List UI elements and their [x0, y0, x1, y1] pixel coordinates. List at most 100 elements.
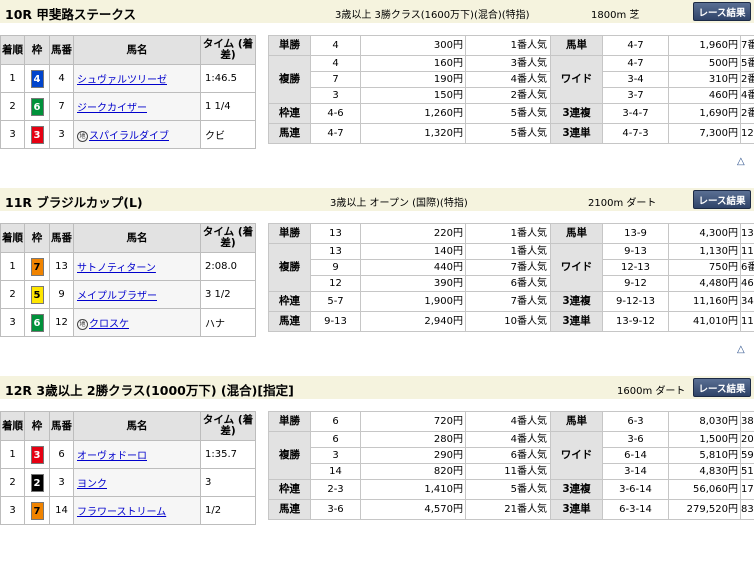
- payout-combination: 9: [311, 260, 361, 276]
- frame-cell: 5: [25, 281, 50, 309]
- payout-amount: 720円: [361, 412, 466, 432]
- finish-rank: 2: [1, 93, 25, 121]
- frame-badge: 7: [31, 258, 44, 276]
- payout-amount: 1,320円: [361, 124, 466, 144]
- horse-name-link[interactable]: シュヴァルツリーゼ: [77, 75, 167, 86]
- scroll-top-icon[interactable]: △: [737, 344, 745, 355]
- frame-header: 枠: [25, 224, 50, 253]
- payout-label-bracket: 枠連: [269, 292, 311, 312]
- horse-name: シュヴァルツリーゼ: [77, 75, 167, 86]
- frame-badge: 2: [31, 474, 44, 492]
- payout-popularity: 4番人気: [466, 412, 551, 432]
- finish-rank: 3: [1, 121, 25, 149]
- race-section: 12R 3歳以上 2勝クラス(1000万下) (混合)[指定]1600m ダート…: [0, 376, 754, 564]
- race-header-bar: 10R 甲斐路ステークス3歳以上 3勝クラス(1600万下)(混合)(特指)18…: [0, 0, 754, 23]
- horse-name-link[interactable]: ジークカイザー: [77, 103, 147, 114]
- payout-combination: 3: [311, 448, 361, 464]
- payout-popularity: 13番人気: [741, 224, 754, 244]
- horse-name-link[interactable]: ヨンク: [77, 479, 107, 490]
- horse-number: 9: [50, 281, 74, 309]
- finish-time: 1:46.5: [201, 65, 256, 93]
- payout-popularity: 12番人気: [741, 124, 754, 144]
- number-header: 馬番: [50, 412, 74, 441]
- frame-cell: 4: [25, 65, 50, 93]
- finish-time: クビ: [201, 121, 256, 149]
- payout-combination: 9-13: [311, 312, 361, 332]
- payout-label-place: 複勝: [269, 244, 311, 292]
- payout-popularity: 21番人気: [466, 500, 551, 520]
- payout-row: 単勝4300円1番人気馬単4-71,960円7番人気: [269, 36, 754, 56]
- payout-amount: 160円: [361, 56, 466, 72]
- horse-name-cell: オーヴォドーロ: [74, 441, 201, 469]
- payout-label-quinella: 馬連: [269, 500, 311, 520]
- payout-combination: 3-4-7: [603, 104, 669, 124]
- payout-popularity: 7番人気: [741, 36, 754, 56]
- finish-row: 144シュヴァルツリーゼ1:46.5: [1, 65, 256, 93]
- race-distance: 2100m ダート: [588, 194, 656, 209]
- number-header: 馬番: [50, 36, 74, 65]
- payout-label-trifecta: 3連単: [551, 124, 603, 144]
- horse-name-link[interactable]: フラワーストリーム: [77, 507, 166, 518]
- scroll-top-icon[interactable]: △: [737, 156, 745, 167]
- payout-combination: 3-4: [603, 72, 669, 88]
- horse-name-link[interactable]: サトノティターン: [77, 263, 156, 274]
- horse-number: 4: [50, 65, 74, 93]
- horse-name: サトノティターン: [77, 263, 156, 274]
- horse-number: 7: [50, 93, 74, 121]
- finish-rank: 2: [1, 469, 25, 497]
- payout-amount: 460円: [669, 88, 741, 104]
- payout-popularity: 832番人気: [741, 500, 754, 520]
- horse-name-link[interactable]: 地スパイラルダイブ: [77, 131, 169, 142]
- payout-popularity: 7番人気: [466, 292, 551, 312]
- payout-combination: 3-6: [311, 500, 361, 520]
- horse-number: 3: [50, 469, 74, 497]
- race-result-button[interactable]: レース結果: [693, 190, 751, 209]
- payout-combination: 3-6: [603, 432, 669, 448]
- payout-popularity: 34番人気: [741, 292, 754, 312]
- horse-name-cell: 地スパイラルダイブ: [74, 121, 201, 149]
- payout-combination: 4-7: [603, 36, 669, 56]
- horse-number: 14: [50, 497, 74, 525]
- finish-header-row: 着順枠馬番馬名タイム (着差): [1, 412, 256, 441]
- horse-name-link[interactable]: オーヴォドーロ: [77, 451, 147, 462]
- frame-header: 枠: [25, 412, 50, 441]
- payout-row: 7190円4番人気3-4310円2番人気: [269, 72, 754, 88]
- finish-time: 2:08.0: [201, 253, 256, 281]
- horse-number: 3: [50, 121, 74, 149]
- payout-combination: 4-6: [311, 104, 361, 124]
- payout-combination: 6-14: [603, 448, 669, 464]
- frame-badge: 6: [31, 98, 44, 116]
- payout-label-bracket: 枠連: [269, 480, 311, 500]
- payout-label-exacta: 馬単: [551, 36, 603, 56]
- payout-popularity: 175番人気: [741, 480, 754, 500]
- payout-amount: 1,960円: [669, 36, 741, 56]
- horse-name-cell: シュヴァルツリーゼ: [74, 65, 201, 93]
- race-result-button[interactable]: レース結果: [693, 378, 751, 397]
- payout-amount: 1,410円: [361, 480, 466, 500]
- payout-combination: 13: [311, 224, 361, 244]
- race-condition: 3歳以上 3勝クラス(1600万下)(混合)(特指): [335, 6, 530, 21]
- horse-name-link[interactable]: 地クロスケ: [77, 319, 129, 330]
- finish-header-row: 着順枠馬番馬名タイム (着差): [1, 36, 256, 65]
- race-distance: 1800m 芝: [591, 6, 639, 21]
- horse-name-cell: サトノティターン: [74, 253, 201, 281]
- payout-combination: 3-6-14: [603, 480, 669, 500]
- payout-label-exacta: 馬単: [551, 412, 603, 432]
- payout-table: 単勝13220円1番人気馬単13-94,300円13番人気複勝13140円1番人…: [268, 223, 754, 332]
- frame-cell: 3: [25, 121, 50, 149]
- payout-popularity: 7番人気: [466, 260, 551, 276]
- payout-label-place: 複勝: [269, 432, 311, 480]
- race-result-button[interactable]: レース結果: [693, 2, 751, 21]
- rank-header: 着順: [1, 36, 25, 65]
- payout-amount: 1,900円: [361, 292, 466, 312]
- payout-combination: 12-13: [603, 260, 669, 276]
- payout-row: 枠連4-61,260円5番人気3連複3-4-71,690円2番人気: [269, 104, 754, 124]
- horse-name: ヨンク: [77, 479, 107, 490]
- rank-header: 着順: [1, 224, 25, 253]
- horse-name-link[interactable]: メイプルブラザー: [77, 291, 157, 302]
- payout-row: 複勝13140円1番人気ワイド9-131,130円11番人気: [269, 244, 754, 260]
- horse-name-cell: ジークカイザー: [74, 93, 201, 121]
- frame-badge: 7: [31, 502, 44, 520]
- name-header: 馬名: [74, 412, 201, 441]
- payout-popularity: 11番人気: [466, 464, 551, 480]
